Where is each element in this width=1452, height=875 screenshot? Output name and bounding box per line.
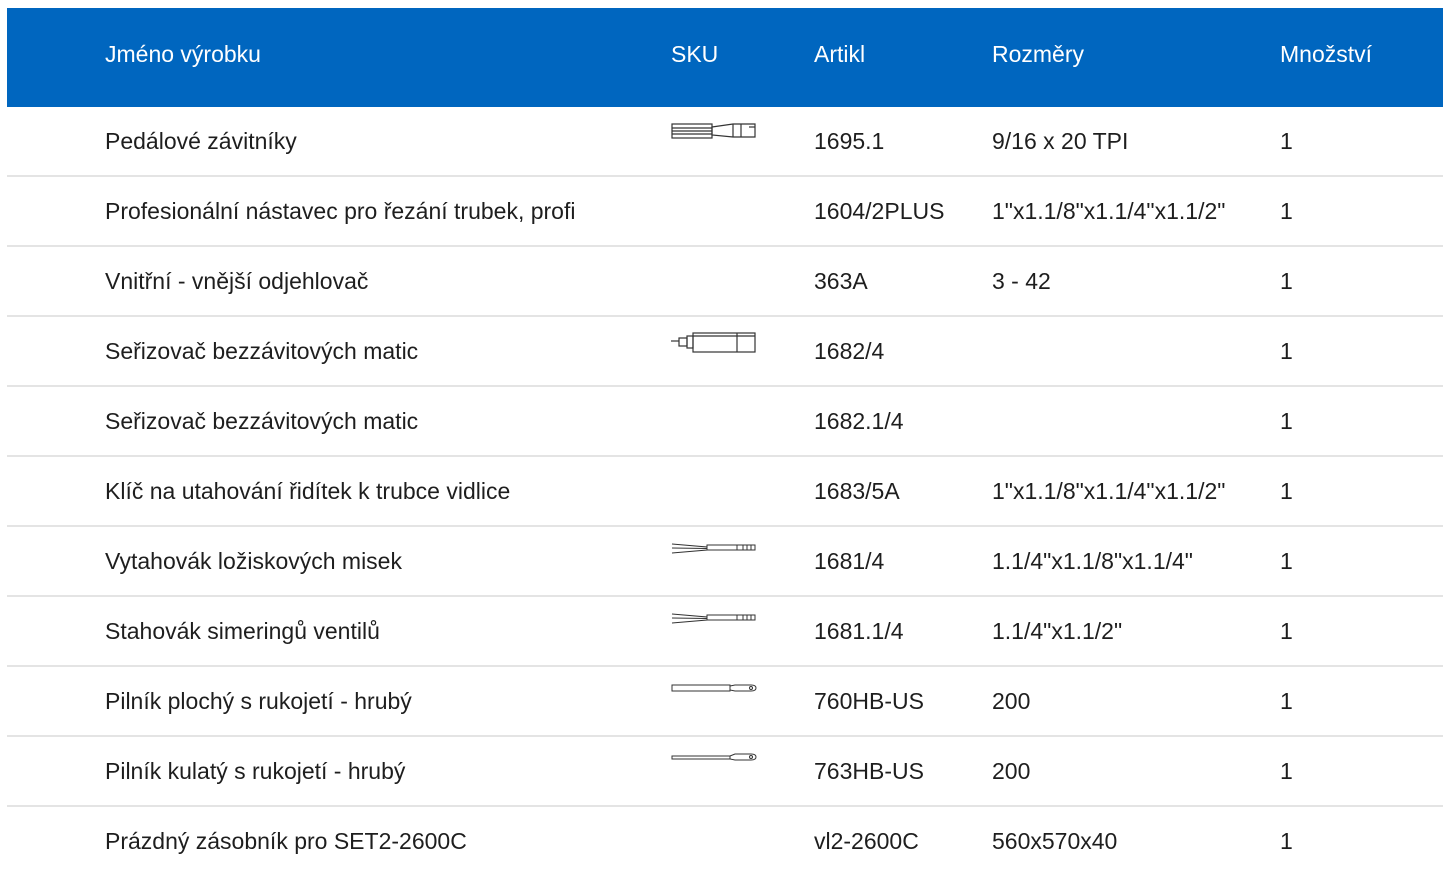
table-row[interactable]: Vytahovák ložiskových misek 1681/4 1.1/4"x… [7,527,1443,597]
sku-cell [671,527,759,595]
cup-remover-icon[interactable] [671,542,757,564]
product-table: Jméno výrobku SKU Artikl Rozměry Množstv… [7,8,1443,875]
sku-cell [671,177,759,245]
table-row[interactable]: Profesionální nástavec pro řezání trubek… [7,177,1443,247]
sku-cell [671,107,759,175]
dimensions: 1.1/4"x1.1/2" [992,618,1123,644]
article-number: 1604/2PLUS [814,198,945,224]
table-row[interactable]: Seřizovač bezzávitových matic 1682.1/4 1 [7,387,1443,457]
article-number: vl2-2600C [814,828,919,854]
product-name: Profesionální nástavec pro řezání trubek… [105,198,576,224]
cup-remover-icon[interactable] [671,612,757,634]
sku-cell [671,457,759,525]
dimensions: 1"x1.1/8"x1.1/4"x1.1/2" [992,478,1226,504]
pedal-tap-icon[interactable] [671,122,757,144]
article-number: 1681.1/4 [814,618,904,644]
quantity: 1 [1280,548,1293,574]
product-name: Pilník kulatý s rukojetí - hrubý [105,758,406,784]
header-dimensions[interactable]: Rozměry [992,8,1084,107]
round-file-icon[interactable] [671,752,757,774]
product-name: Stahovák simeringů ventilů [105,618,380,644]
dimensions: 9/16 x 20 TPI [992,128,1129,154]
dimensions: 1"x1.1/8"x1.1/4"x1.1/2" [992,198,1226,224]
product-name: Klíč na utahování řidítek k trubce vidli… [105,478,511,504]
table-row[interactable]: Pilník plochý s rukojetí - hrubý 760HB-US… [7,667,1443,737]
table-row[interactable]: Stahovák simeringů ventilů 1681.1/4 1.1/4"… [7,597,1443,667]
dimensions: 560x570x40 [992,828,1118,854]
article-number: 1683/5A [814,478,900,504]
table-row[interactable]: Pedálové závitníky 1695.1 9/16 x 20 TPI 1 [7,107,1443,177]
product-name: Pedálové závitníky [105,128,297,154]
sku-cell [671,737,759,805]
table-row[interactable]: Seřizovač bezzávitových matic 1682/4 1 [7,317,1443,387]
table-row[interactable]: Klíč na utahování řidítek k trubce vidli… [7,457,1443,527]
article-number: 1681/4 [814,548,885,574]
product-name: Vytahovák ložiskových misek [105,548,402,574]
header-quantity[interactable]: Množství [1280,8,1372,107]
sku-cell [671,667,759,735]
article-number: 760HB-US [814,688,924,714]
article-number: 363A [814,268,868,294]
quantity: 1 [1280,338,1293,364]
article-number: 1682.1/4 [814,408,904,434]
article-number: 1682/4 [814,338,885,364]
quantity: 1 [1280,618,1293,644]
sku-cell [671,387,759,455]
quantity: 1 [1280,268,1293,294]
article-number: 1695.1 [814,128,885,154]
header-sku[interactable]: SKU [671,8,718,107]
quantity: 1 [1280,128,1293,154]
dimensions: 1.1/4"x1.1/8"x1.1/4" [992,548,1193,574]
table-row[interactable]: Vnitřní - vnější odjehlovač 363A 3 - 42 1 [7,247,1443,317]
header-article[interactable]: Artikl [814,8,865,107]
header-name[interactable]: Jméno výrobku [105,8,261,107]
quantity: 1 [1280,478,1293,504]
flat-file-icon[interactable] [671,682,757,704]
table-body: Pedálové závitníky 1695.1 9/16 x 20 TPI 1 Pr… [7,107,1443,875]
dimensions: 200 [992,688,1031,714]
quantity: 1 [1280,828,1293,854]
quantity: 1 [1280,758,1293,784]
dimensions: 200 [992,758,1031,784]
sku-cell [671,317,759,385]
sku-cell [671,247,759,315]
sku-cell [671,807,759,875]
article-number: 763HB-US [814,758,924,784]
sku-cell [671,597,759,665]
table-row[interactable]: Pilník kulatý s rukojetí - hrubý 763HB-US… [7,737,1443,807]
product-name: Seřizovač bezzávitových matic [105,338,419,364]
product-name: Pilník plochý s rukojetí - hrubý [105,688,412,714]
dimensions: 3 - 42 [992,268,1051,294]
quantity: 1 [1280,688,1293,714]
threadless-nut-setter-icon[interactable] [671,332,757,354]
table-row[interactable]: Prázdný zásobník pro SET2-2600C vl2-2600C… [7,807,1443,875]
quantity: 1 [1280,198,1293,224]
quantity: 1 [1280,408,1293,434]
table-header: Jméno výrobku SKU Artikl Rozměry Množstv… [7,8,1443,107]
product-name: Seřizovač bezzávitových matic [105,408,419,434]
product-name: Vnitřní - vnější odjehlovač [105,268,369,294]
product-name: Prázdný zásobník pro SET2-2600C [105,828,467,854]
